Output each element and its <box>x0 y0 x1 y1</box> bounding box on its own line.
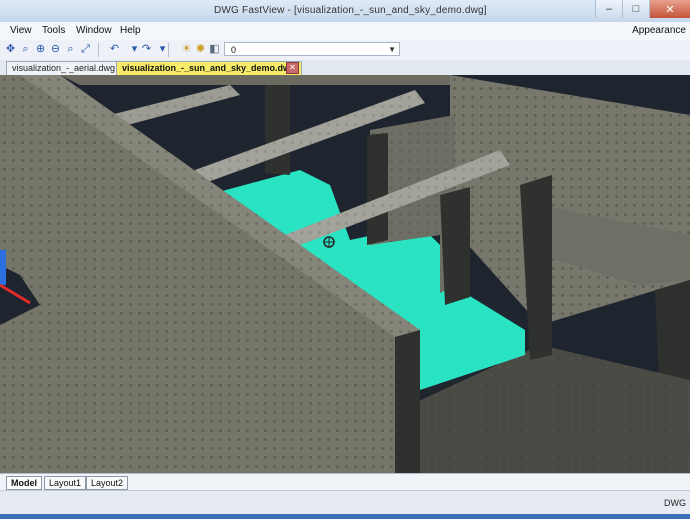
ucs-y-axis-icon <box>0 250 6 285</box>
zoom-all-icon[interactable]: ⤢ <box>79 43 92 56</box>
status-text: DWG <box>664 498 686 508</box>
menu-view[interactable]: View <box>10 25 32 36</box>
layer-dropdown[interactable]: 0 ▼ <box>224 42 400 56</box>
wall-end-cap <box>395 330 420 473</box>
redo-icon[interactable]: ↷ <box>140 43 153 56</box>
title-bar: DWG FastView - [visualization_-_sun_and_… <box>0 0 690 23</box>
file-tab-bar: visualization_-_aerial.dwg visualization… <box>0 60 690 76</box>
menu-bar: View Tools Window Help Appearance <box>0 22 690 41</box>
layer-icon[interactable]: ◧ <box>208 43 221 56</box>
tab-sun-and-sky[interactable]: visualization_-_sun_and_sky_demo.dwg <box>116 61 302 75</box>
tab-label: visualization_-_sun_and_sky_demo.dwg <box>122 63 296 73</box>
toolbar-separator <box>98 43 99 57</box>
tab-layout1[interactable]: Layout1 <box>44 476 87 490</box>
maximize-button[interactable]: □ <box>622 0 649 18</box>
status-bar: DWG <box>0 490 690 519</box>
zoom-out-icon[interactable]: ⊖ <box>49 43 62 56</box>
drawing-viewport[interactable] <box>0 75 690 473</box>
tab-aerial[interactable]: visualization_-_aerial.dwg <box>6 61 122 75</box>
layout-tab-bar: Model Layout1 Layout2 <box>0 473 690 491</box>
menu-help[interactable]: Help <box>120 25 141 36</box>
chevron-down-icon: ▼ <box>388 45 396 54</box>
zoom-extents-icon[interactable]: ⌕ <box>64 43 77 56</box>
pan-icon[interactable]: ✥ <box>4 43 17 56</box>
zoom-window-icon[interactable]: ⌕ <box>19 43 32 56</box>
cursor-icon <box>323 236 335 248</box>
zoom-in-icon[interactable]: ⊕ <box>34 43 47 56</box>
tab-model[interactable]: Model <box>6 476 42 490</box>
minimize-button[interactable]: – <box>595 0 622 18</box>
toolbar-separator <box>168 43 169 57</box>
taskbar-strip <box>0 514 690 519</box>
tab-label: visualization_-_aerial.dwg <box>12 63 116 73</box>
window-title: DWG FastView - [visualization_-_sun_and_… <box>214 5 487 16</box>
model-render <box>0 75 690 473</box>
light-icon[interactable]: ☀ <box>180 43 193 56</box>
tab-label: Layout2 <box>91 478 124 488</box>
undo-icon[interactable]: ↶ <box>108 43 121 56</box>
menu-tools[interactable]: Tools <box>42 25 65 36</box>
toolbar: ✥ ⌕ ⊕ ⊖ ⌕ ⤢ ↶ ▾ ↷ ▾ ☀ ✺ ◧ 0 ▼ <box>0 40 690 61</box>
tab-label: Layout1 <box>49 478 82 488</box>
appearance-menu[interactable]: Appearance <box>632 25 686 36</box>
close-tab-icon[interactable]: ✕ <box>286 62 299 74</box>
layer-value: 0 <box>231 45 237 55</box>
tab-label: Model <box>11 478 37 488</box>
menu-window[interactable]: Window <box>76 25 112 36</box>
sun-icon[interactable]: ✺ <box>194 43 207 56</box>
window-controls: – □ ✕ <box>595 0 690 20</box>
close-button[interactable]: ✕ <box>649 0 690 18</box>
tab-layout2[interactable]: Layout2 <box>86 476 129 490</box>
